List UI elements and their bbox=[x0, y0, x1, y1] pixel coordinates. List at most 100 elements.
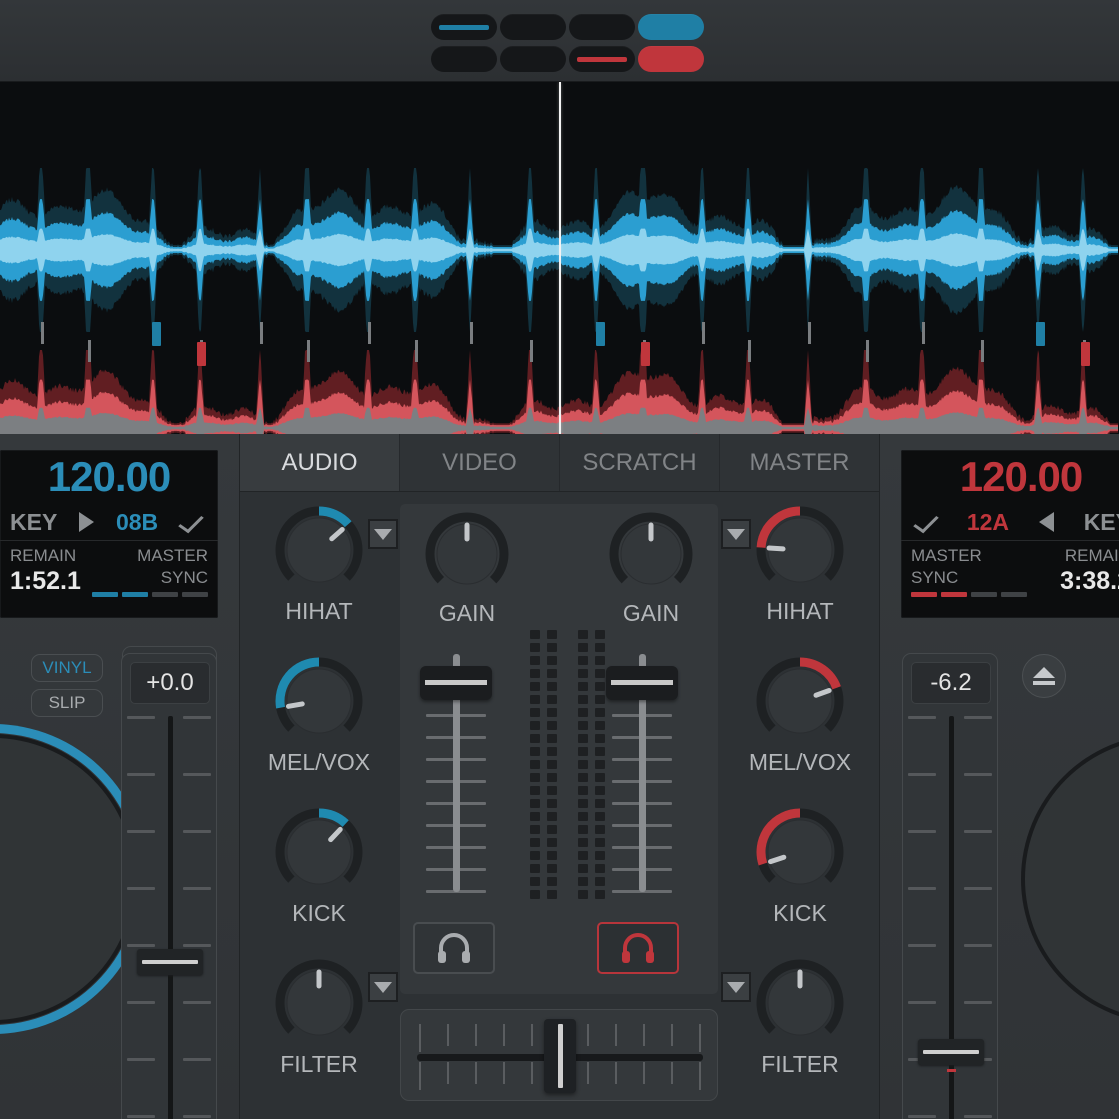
pitch-tick bbox=[127, 716, 155, 719]
deck-a-pitch-handle[interactable] bbox=[137, 949, 203, 975]
pad-1-3[interactable] bbox=[569, 14, 635, 40]
tab-scratch[interactable]: SCRATCH bbox=[560, 434, 720, 491]
sync-bar-3 bbox=[971, 592, 997, 597]
performance-pad-grid bbox=[431, 14, 704, 72]
knob-label: GAIN bbox=[438, 600, 496, 626]
pad-2-3[interactable] bbox=[569, 46, 635, 72]
knob-menu-button[interactable] bbox=[368, 519, 398, 549]
deck-a-bpm[interactable]: 120.00 bbox=[0, 450, 218, 504]
chevron-down-icon bbox=[374, 528, 392, 540]
waveform-display[interactable] bbox=[0, 82, 1119, 434]
deck-b-pitch-handle[interactable] bbox=[918, 1039, 984, 1065]
pad-bar bbox=[0, 0, 1119, 82]
cue-point-marker[interactable] bbox=[197, 342, 206, 366]
beat-marker bbox=[88, 340, 91, 362]
pitch-tick bbox=[908, 1115, 936, 1118]
fader-handle[interactable] bbox=[606, 665, 678, 700]
vu-meter bbox=[530, 630, 605, 899]
pad-2-2[interactable] bbox=[500, 46, 566, 72]
key-shift-right-icon[interactable] bbox=[79, 512, 95, 532]
beat-marker bbox=[748, 340, 751, 362]
tab-master[interactable]: MASTER bbox=[720, 434, 879, 491]
pitch-tick bbox=[183, 887, 211, 890]
gain-right-wrap: GAIN bbox=[596, 512, 706, 627]
tab-video[interactable]: VIDEO bbox=[400, 434, 560, 491]
vu-segment bbox=[547, 825, 557, 834]
deck-a-pitch-value[interactable]: +0.0 bbox=[130, 662, 210, 704]
deck-a-key-value[interactable]: 08B bbox=[116, 509, 158, 536]
knob-gain[interactable]: GAIN bbox=[596, 512, 706, 627]
knob-menu-button[interactable] bbox=[721, 972, 751, 1002]
pad-2-1[interactable] bbox=[431, 46, 497, 72]
knob-graphic bbox=[756, 657, 844, 734]
beat-marker bbox=[922, 322, 925, 344]
vu-segment bbox=[530, 851, 540, 860]
knob-filter[interactable]: FILTER bbox=[264, 959, 374, 1078]
knob-gain[interactable]: GAIN bbox=[412, 512, 522, 627]
pad-1-1[interactable] bbox=[431, 14, 497, 40]
crossfader-handle[interactable] bbox=[544, 1019, 576, 1093]
channel-fader-right[interactable] bbox=[596, 644, 688, 902]
knob-filter[interactable]: FILTER bbox=[745, 959, 855, 1078]
deck-b-sync-label[interactable]: SYNC bbox=[911, 567, 1027, 589]
crossfader-tick bbox=[615, 1062, 617, 1084]
knob-menu-button[interactable] bbox=[721, 519, 751, 549]
vu-segment bbox=[547, 760, 557, 769]
slip-button[interactable]: SLIP bbox=[31, 689, 103, 717]
deck-b-eject-button[interactable] bbox=[1022, 654, 1066, 698]
vu-segment bbox=[578, 851, 588, 860]
channel-fader-left[interactable] bbox=[410, 644, 502, 902]
vu-segment bbox=[530, 643, 540, 652]
cue-point-marker[interactable] bbox=[152, 322, 161, 346]
vu-segment bbox=[578, 799, 588, 808]
knob-mel-vox[interactable]: MEL/VOX bbox=[264, 657, 374, 776]
crossfader-tick bbox=[615, 1024, 617, 1046]
vinyl-button[interactable]: VINYL bbox=[31, 654, 103, 682]
deck-b-jog-wheel[interactable] bbox=[1021, 734, 1119, 1024]
tab-audio[interactable]: AUDIO bbox=[240, 434, 400, 491]
headphone-cue-left-button[interactable] bbox=[413, 922, 495, 974]
crossfader-tick bbox=[671, 1062, 673, 1084]
chevron-down-icon[interactable] bbox=[178, 510, 204, 534]
crossfader-tick bbox=[503, 1062, 505, 1084]
deck-b-pitch-value[interactable]: -6.2 bbox=[911, 662, 991, 704]
cue-point-marker[interactable] bbox=[1036, 322, 1045, 346]
pad-1-4[interactable] bbox=[638, 14, 704, 40]
pitch-fader-a-box: +0.0 bbox=[121, 653, 217, 1119]
sync-bar-1 bbox=[911, 592, 937, 597]
vu-segment bbox=[578, 708, 588, 717]
vu-segment bbox=[578, 734, 588, 743]
beat-marker bbox=[307, 340, 310, 362]
deck-b-remain-value[interactable]: 3:38.2 bbox=[1027, 567, 1119, 595]
knob-mel-vox[interactable]: MEL/VOX bbox=[745, 657, 855, 776]
cue-point-marker[interactable] bbox=[641, 342, 650, 366]
deck-b-panel: 120.00 12A KEY MASTER SYNC REMAIN 3:38.2 bbox=[879, 434, 1119, 1119]
pitch-tick bbox=[908, 773, 936, 776]
pad-1-2[interactable] bbox=[500, 14, 566, 40]
deck-a-pitch-track[interactable] bbox=[168, 716, 173, 1119]
cue-point-marker[interactable] bbox=[596, 322, 605, 346]
deck-a-remain-value[interactable]: 1:52.1 bbox=[10, 567, 92, 595]
crossfader-tick bbox=[699, 1024, 701, 1052]
cue-point-marker[interactable] bbox=[1081, 342, 1090, 366]
deck-b-bpm[interactable]: 120.00 bbox=[901, 450, 1119, 504]
deck-b-key-value[interactable]: 12A bbox=[967, 509, 1009, 536]
knob-hihat[interactable]: HIHAT bbox=[745, 506, 855, 625]
knob-kick[interactable]: KICK bbox=[264, 808, 374, 927]
deck-a-master-label[interactable]: MASTER bbox=[92, 545, 208, 567]
vu-segment bbox=[595, 747, 605, 756]
deck-b-sync-col: MASTER SYNC bbox=[911, 545, 1027, 597]
deck-a-sync-label[interactable]: SYNC bbox=[92, 567, 208, 589]
pitch-tick bbox=[183, 773, 211, 776]
vu-segment bbox=[547, 773, 557, 782]
headphone-cue-right-button[interactable] bbox=[597, 922, 679, 974]
knob-menu-button[interactable] bbox=[368, 972, 398, 1002]
knob-kick[interactable]: KICK bbox=[745, 808, 855, 927]
deck-b-master-label[interactable]: MASTER bbox=[911, 545, 1027, 567]
chevron-down-icon[interactable] bbox=[913, 510, 939, 534]
knob-hihat[interactable]: HIHAT bbox=[264, 506, 374, 625]
pad-2-4[interactable] bbox=[638, 46, 704, 72]
key-shift-left-icon[interactable] bbox=[1038, 512, 1054, 532]
vu-segment bbox=[595, 682, 605, 691]
fader-handle[interactable] bbox=[420, 665, 492, 700]
